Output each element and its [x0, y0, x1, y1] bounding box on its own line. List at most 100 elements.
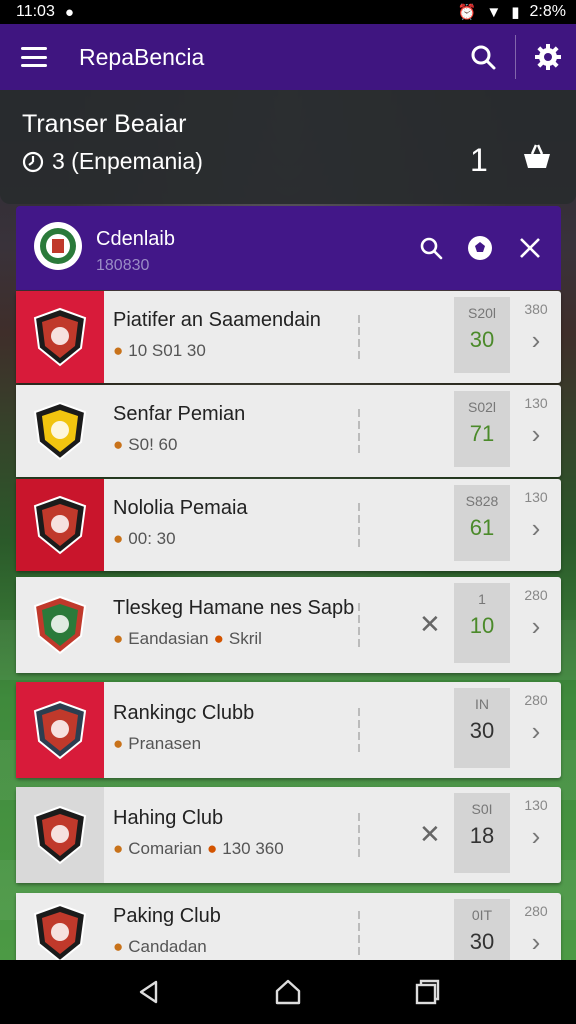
club-search-button[interactable] — [413, 230, 449, 266]
club-close-button[interactable] — [512, 230, 548, 266]
status-bar: 11:03 ● ⏰ ▼ ▮ 2:8% — [0, 0, 576, 24]
row-divider — [358, 813, 360, 857]
recents-button[interactable] — [407, 972, 447, 1012]
app-bar: RepaBencia — [0, 24, 576, 90]
status-time: 11:03 — [16, 3, 55, 20]
meta-icon: ● — [113, 341, 124, 360]
row-right-column: 380 › — [516, 301, 556, 356]
score-box: S02l 71 — [454, 391, 510, 467]
score-label: S20l — [467, 305, 497, 321]
row-divider — [358, 911, 360, 955]
score-value: 30 — [469, 929, 495, 954]
row-divider — [358, 409, 360, 453]
back-button[interactable] — [129, 972, 169, 1012]
notification-icon: ● — [64, 3, 74, 21]
chevron-right-icon[interactable]: › — [532, 325, 541, 356]
home-button[interactable] — [268, 972, 308, 1012]
basket-icon — [524, 144, 550, 168]
club-meta-text: Pranasen — [128, 734, 202, 753]
remove-button[interactable]: ✕ — [419, 819, 441, 850]
club-crest-icon — [33, 307, 87, 367]
club-code: 180830 — [96, 257, 150, 274]
meta-icon: ● — [113, 529, 124, 548]
system-nav-bar — [0, 960, 576, 1024]
club-list-item[interactable]: Hahing Club ● Comarian ● 130 360 ✕ S0I 18… — [16, 787, 561, 883]
row-crest-area — [16, 385, 104, 477]
score-box: S20l 30 — [454, 297, 510, 373]
search-icon — [420, 237, 443, 260]
club-list-item[interactable]: Senfar Pemian ● S0! 60 S02l 71 130 › — [16, 385, 561, 477]
meta-icon: ● — [113, 839, 124, 858]
club-meta-text: S0! 60 — [128, 435, 178, 454]
score-value: 61 — [469, 515, 495, 540]
settings-icon — [535, 44, 561, 70]
chevron-right-icon[interactable]: › — [532, 821, 541, 852]
club-meta: ● Candadan — [113, 937, 207, 957]
meta-icon: ● — [113, 734, 124, 753]
search-icon — [471, 45, 496, 70]
club-header: Cdenlaib 180830 — [16, 206, 561, 290]
club-meta-extra: 130 360 — [222, 839, 284, 858]
soccer-ball-icon — [468, 236, 492, 260]
chevron-right-icon[interactable]: › — [532, 716, 541, 747]
club-meta: ● 10 S01 30 — [113, 341, 206, 361]
row-divider — [358, 603, 360, 647]
score-box: S828 61 — [454, 485, 510, 561]
row-right-column: 280 › — [516, 903, 556, 958]
club-meta-text: 00: 30 — [128, 529, 176, 548]
transfer-title: Transer Beaiar — [22, 110, 187, 138]
back-icon — [140, 980, 158, 1004]
club-name: Cdenlaib — [96, 228, 175, 250]
club-crest-icon — [33, 805, 87, 865]
chevron-right-icon[interactable]: › — [532, 513, 541, 544]
club-meta: ● S0! 60 — [113, 435, 177, 455]
row-crest-area — [16, 577, 104, 673]
club-name: Hahing Club — [113, 807, 224, 829]
score-label: S0I — [471, 801, 493, 817]
clock-icon — [22, 151, 44, 172]
meta-icon: ● — [113, 937, 124, 956]
score-label: S02l — [467, 399, 497, 415]
chevron-right-icon[interactable]: › — [532, 419, 541, 450]
settings-button[interactable] — [520, 24, 576, 90]
row-number: 130 — [524, 489, 548, 505]
wifi-icon: ▼ — [486, 3, 502, 21]
club-crest-icon — [33, 495, 87, 555]
menu-icon[interactable] — [21, 47, 47, 67]
chevron-right-icon[interactable]: › — [532, 927, 541, 958]
club-name: Piatifer an Saamendain — [113, 309, 321, 331]
remove-button[interactable]: ✕ — [419, 609, 441, 640]
appbar-divider — [515, 35, 516, 79]
club-name: Senfar Pemian — [113, 403, 246, 425]
club-name: Rankingc Clubb — [113, 702, 255, 724]
row-divider — [358, 503, 360, 547]
row-crest-area — [16, 787, 104, 883]
score-label: 0IT — [471, 907, 493, 923]
club-meta-extra: Skril — [228, 629, 262, 648]
home-icon — [275, 979, 301, 1005]
row-right-column: 280 › — [516, 692, 556, 747]
club-list-item[interactable]: Rankingc Clubb ● Pranasen IN 30 280 › — [16, 682, 561, 778]
club-meta: ● Pranasen — [113, 734, 201, 754]
club-list-item[interactable]: Piatifer an Saamendain ● 10 S01 30 S20l … — [16, 291, 561, 383]
transfer-subtitle-text: 3 (Enpemania) — [52, 148, 203, 174]
row-crest-area — [16, 682, 104, 778]
club-list-item[interactable]: Nololia Pemaia ● 00: 30 S828 61 130 › — [16, 479, 561, 571]
club-ball-button[interactable] — [462, 230, 498, 266]
row-crest-area — [16, 479, 104, 571]
score-value: 10 — [469, 613, 495, 638]
club-list-item[interactable]: Tleskeg Hamane nes Sapb ● Eandasian ● Skr… — [16, 577, 561, 673]
club-meta: ● 00: 30 — [113, 529, 176, 549]
recents-icon — [415, 979, 439, 1005]
meta-icon: ● — [113, 629, 124, 648]
club-name: Tleskeg Hamane nes Sapb — [113, 597, 355, 619]
row-right-column: 280 › — [516, 587, 556, 642]
club-crest-icon — [33, 595, 87, 655]
club-meta-text: Eandasian — [128, 629, 209, 648]
row-number: 280 — [524, 903, 548, 919]
row-number: 380 — [524, 301, 548, 317]
chevron-right-icon[interactable]: › — [532, 611, 541, 642]
search-button[interactable] — [455, 24, 511, 90]
club-meta-text: 10 S01 30 — [128, 341, 206, 360]
basket-button[interactable] — [522, 142, 552, 175]
